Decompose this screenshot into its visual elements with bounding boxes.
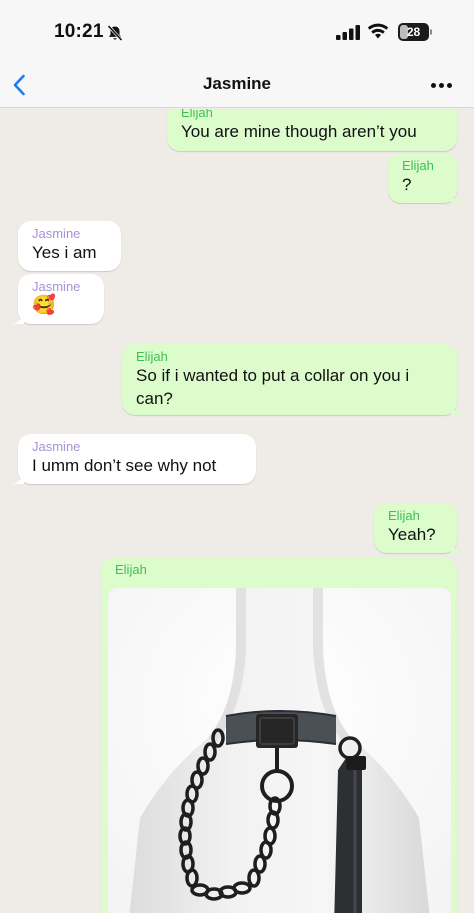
chat-header: Jasmine [0,62,474,108]
message-sender: Elijah [388,508,420,523]
battery-percent: 28 [406,25,421,39]
message-text: Yeah? [388,525,436,544]
message-list: Elijah You are mine though aren’t you El… [0,109,474,913]
chevron-left-icon [13,74,25,96]
message-emoji: 🥰 [32,295,56,316]
contact-name: Jasmine [202,74,272,93]
message-sender: Elijah [115,562,147,577]
message-sender: Jasmine [32,226,81,241]
more-dots-icon[interactable] [426,72,458,98]
message-bubble[interactable]: Elijah So if i wanted to put a collar on… [122,344,463,415]
message-text: Yes i am [32,243,97,262]
bubble-tail [12,472,24,484]
message-text: So if i wanted to put a collar on you i … [136,366,410,408]
message-sender: Elijah [402,158,434,173]
image-message-bubble[interactable]: Elijah [101,557,457,913]
status-bar: 10:21 28 [0,0,474,62]
message-bubble[interactable]: Elijah ? [388,153,463,203]
bell-slash-icon [107,24,123,42]
message-sender: Elijah [181,109,213,120]
message-text: ? [402,175,412,194]
message-bubble[interactable]: Jasmine 🥰 [12,274,104,324]
bubble-tail [451,541,463,553]
wifi-icon [367,23,389,39]
collar-leash-image [108,588,451,913]
message-text: I umm don’t see why not [32,456,217,475]
message-sender: Jasmine [32,279,81,294]
message-bubble[interactable]: Jasmine Yes i am [18,221,121,271]
message-bubble[interactable]: Elijah You are mine though aren’t you [167,109,457,151]
message-bubble[interactable]: Jasmine I umm don’t see why not [12,434,256,484]
message-sender: Jasmine [32,439,81,454]
bubble-tail [451,191,463,203]
bubble-tail [12,312,24,324]
bubble-tail [451,403,463,415]
back-button[interactable] [6,68,40,102]
message-text: You are mine though aren’t you [181,122,417,141]
cellular-signal-icon [336,25,360,40]
message-sender: Elijah [136,349,168,364]
status-time: 10:21 [54,21,104,42]
collar-photo[interactable] [108,588,451,913]
message-bubble[interactable]: Elijah Yeah? [374,503,463,553]
battery-icon: 28 [398,23,432,41]
